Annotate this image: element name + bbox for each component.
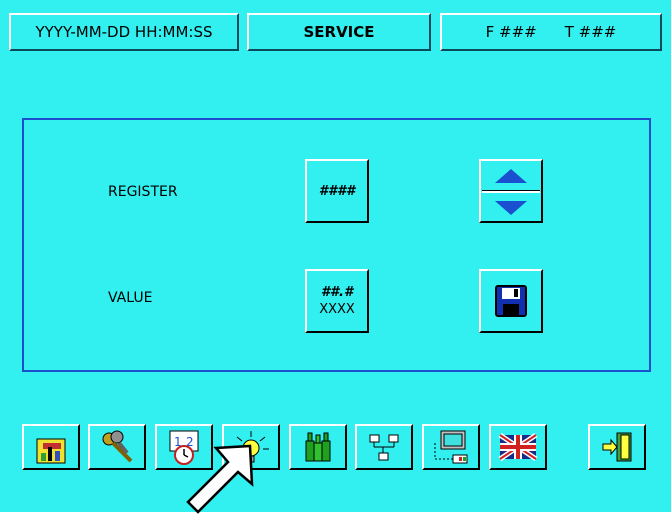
page-title: SERVICE bbox=[303, 23, 375, 41]
save-button[interactable] bbox=[479, 269, 543, 333]
arrow-down-icon[interactable] bbox=[483, 196, 539, 220]
computer-button[interactable] bbox=[422, 424, 480, 470]
keys-button[interactable] bbox=[88, 424, 146, 470]
language-button[interactable] bbox=[489, 424, 547, 470]
value-number: ##.# bbox=[320, 285, 354, 300]
bottles-button[interactable] bbox=[289, 424, 347, 470]
arrow-up-icon[interactable] bbox=[483, 163, 539, 187]
ft-display: F ### T ### bbox=[440, 13, 662, 51]
register-label: REGISTER bbox=[108, 184, 178, 200]
register-value-button[interactable]: #### bbox=[305, 159, 369, 223]
value-unit: XXXX bbox=[319, 302, 355, 317]
register-panel bbox=[22, 118, 651, 372]
tools-button[interactable] bbox=[22, 424, 80, 470]
service-screen: YYYY-MM-DD HH:MM:SS SERVICE F ### T ### … bbox=[0, 0, 671, 512]
f-label: F ### bbox=[485, 23, 537, 41]
datetime-text: YYYY-MM-DD HH:MM:SS bbox=[35, 23, 213, 41]
register-stepper[interactable] bbox=[479, 159, 543, 223]
bottles-icon bbox=[305, 432, 331, 462]
exit-door-icon bbox=[602, 432, 632, 462]
keys-icon bbox=[102, 430, 133, 463]
t-label: T ### bbox=[564, 23, 617, 41]
exit-button[interactable] bbox=[588, 424, 646, 470]
register-value: #### bbox=[318, 183, 356, 199]
value-label: VALUE bbox=[108, 290, 153, 306]
stepper-divider bbox=[482, 189, 540, 193]
datetime-display: YYYY-MM-DD HH:MM:SS bbox=[9, 13, 239, 51]
page-title-box: SERVICE bbox=[247, 13, 431, 51]
tools-icon bbox=[36, 438, 66, 464]
uk-flag-icon bbox=[498, 432, 538, 462]
pointer-arrow-icon bbox=[186, 444, 254, 514]
floppy-disk-icon bbox=[495, 285, 527, 317]
network-icon bbox=[369, 434, 399, 461]
computer-icon bbox=[434, 430, 468, 464]
value-button[interactable]: ##.# XXXX bbox=[305, 269, 369, 333]
network-button[interactable] bbox=[355, 424, 413, 470]
